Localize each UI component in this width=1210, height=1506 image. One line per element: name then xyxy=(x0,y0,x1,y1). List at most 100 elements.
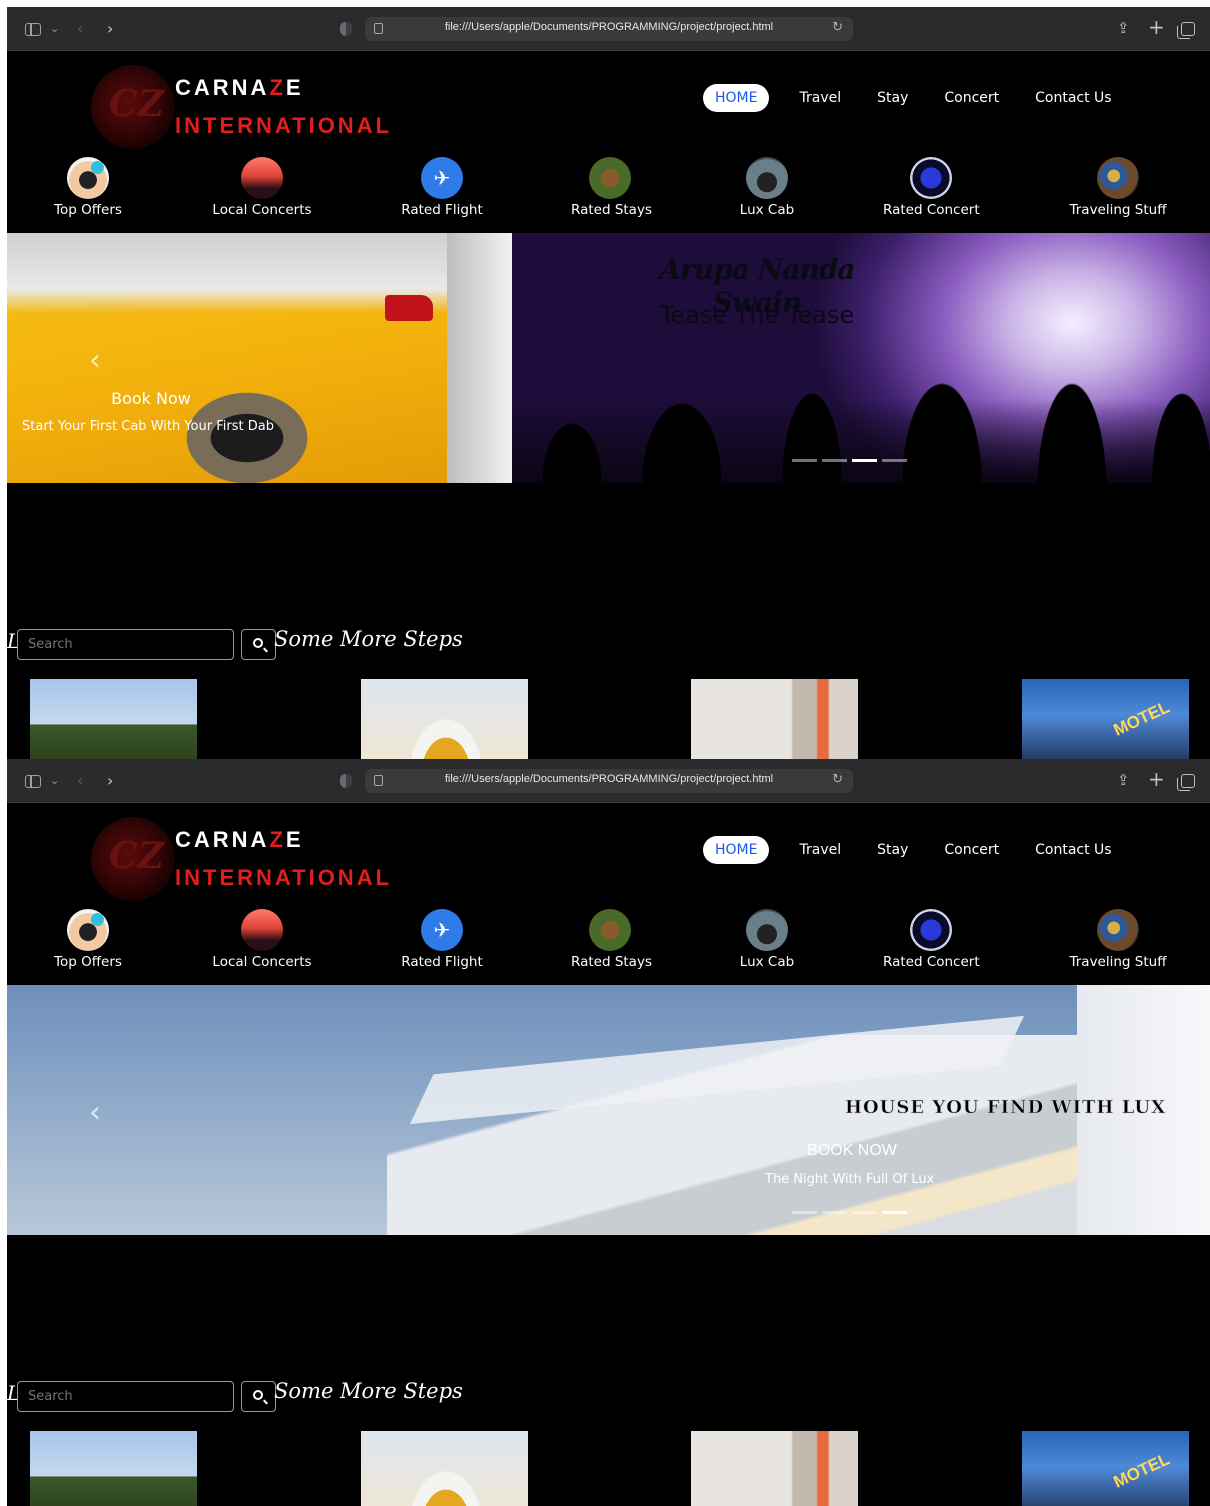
thumbnail-landscape[interactable] xyxy=(30,679,197,759)
reload-icon[interactable]: ↻ xyxy=(832,772,843,787)
back-arrow-icon[interactable]: ‹ xyxy=(77,19,83,38)
nav-concert[interactable]: Concert xyxy=(944,90,999,106)
offers-icon xyxy=(67,157,109,199)
section-heading: Some More Steps xyxy=(274,1379,463,1403)
logo-text-bottom: INTERNATIONAL xyxy=(175,113,393,138)
url-text[interactable]: file:///Users/apple/Documents/PROGRAMMIN… xyxy=(365,21,853,33)
category-lux-cab[interactable]: Lux Cab xyxy=(737,909,797,970)
back-arrow-icon[interactable]: ‹ xyxy=(77,771,83,790)
nav-contact-us[interactable]: Contact Us xyxy=(1035,90,1111,106)
category-rated-concert[interactable]: Rated Concert xyxy=(883,909,980,970)
address-bar[interactable]: file:///Users/apple/Documents/PROGRAMMIN… xyxy=(365,769,853,793)
carousel-indicator[interactable] xyxy=(852,1211,877,1214)
nav-home[interactable]: HOME xyxy=(703,84,770,112)
thumbnail-row: MOTEL xyxy=(7,1431,1210,1506)
logo-mark-icon xyxy=(91,65,175,149)
category-top-offers[interactable]: Top Offers xyxy=(52,909,124,970)
thumbnail-room[interactable] xyxy=(691,679,858,759)
brand-logo[interactable]: CARNAZE INTERNATIONAL xyxy=(91,817,431,907)
new-tab-icon[interactable]: + xyxy=(1148,767,1165,791)
category-rated-flight[interactable]: ✈ Rated Flight xyxy=(400,157,484,218)
search-row: L Some More Steps xyxy=(7,627,1210,663)
category-local-concerts[interactable]: Local Concerts xyxy=(212,909,312,970)
category-label: Lux Cab xyxy=(739,202,795,218)
category-traveling-stuff[interactable]: Traveling Stuff xyxy=(1067,909,1169,970)
thumbnail-row: MOTEL xyxy=(7,679,1210,759)
carousel-indicator[interactable] xyxy=(792,1211,817,1214)
main-nav: HOME Travel Stay Concert Contact Us xyxy=(703,83,1148,113)
sidebar-toggle-icon[interactable] xyxy=(25,23,41,36)
new-tab-icon[interactable]: + xyxy=(1148,15,1165,39)
nav-stay[interactable]: Stay xyxy=(877,842,908,858)
category-label: Local Concerts xyxy=(212,954,312,970)
thumbnail-motel[interactable]: MOTEL xyxy=(1022,1431,1189,1506)
tab-overview-icon[interactable] xyxy=(1177,774,1195,791)
browser-toolbar: ⌄ ‹ › file:///Users/apple/Documents/PROG… xyxy=(7,759,1210,803)
thumbnail-architecture[interactable] xyxy=(361,1431,528,1506)
privacy-shield-icon[interactable] xyxy=(340,22,352,36)
carousel-indicator[interactable] xyxy=(792,459,817,462)
carousel-indicator-active[interactable] xyxy=(882,1211,907,1214)
privacy-shield-icon[interactable] xyxy=(340,774,352,788)
slide-caption-title[interactable]: Book Now xyxy=(7,389,295,408)
thumbnail-landscape[interactable] xyxy=(30,1431,197,1506)
taxi-tail-light xyxy=(385,295,433,321)
slide-caption-text: Start Your First Cab With Your First Dab xyxy=(22,419,274,434)
category-lux-cab[interactable]: Lux Cab xyxy=(737,157,797,218)
hero-carousel[interactable]: ‹ HOUSE YOU FIND WITH LUX BOOK NOW The N… xyxy=(7,985,1210,1235)
carousel-prev-icon[interactable]: ‹ xyxy=(89,343,101,378)
category-bar: Top Offers Local Concerts ✈ Rated Flight… xyxy=(7,157,1210,227)
share-icon[interactable]: ⇪ xyxy=(1117,771,1130,789)
category-top-offers[interactable]: Top Offers xyxy=(52,157,124,218)
search-icon xyxy=(253,638,263,648)
carousel-indicator[interactable] xyxy=(882,459,907,462)
category-rated-concert[interactable]: Rated Concert xyxy=(883,157,980,218)
slide-caption-title[interactable]: BOOK NOW xyxy=(777,1142,927,1160)
reload-icon[interactable]: ↻ xyxy=(832,20,843,35)
traveling-stuff-icon xyxy=(1097,157,1139,199)
category-rated-stays[interactable]: Rated Stays xyxy=(571,909,652,970)
nav-home[interactable]: HOME xyxy=(703,836,770,864)
search-row: L Some More Steps xyxy=(7,1379,1210,1415)
category-bar: Top Offers Local Concerts ✈ Rated Flight… xyxy=(7,909,1210,979)
nav-concert[interactable]: Concert xyxy=(944,842,999,858)
chevron-down-icon[interactable]: ⌄ xyxy=(50,22,59,35)
share-icon[interactable]: ⇪ xyxy=(1117,19,1130,37)
search-input[interactable] xyxy=(17,629,234,660)
category-local-concerts[interactable]: Local Concerts xyxy=(212,157,312,218)
category-rated-stays[interactable]: Rated Stays xyxy=(571,157,652,218)
carousel-prev-icon[interactable]: ‹ xyxy=(89,1095,101,1130)
thumbnail-room[interactable] xyxy=(691,1431,858,1506)
url-text[interactable]: file:///Users/apple/Documents/PROGRAMMIN… xyxy=(365,773,853,785)
chevron-down-icon[interactable]: ⌄ xyxy=(50,774,59,787)
search-button[interactable] xyxy=(241,1381,276,1412)
category-traveling-stuff[interactable]: Traveling Stuff xyxy=(1067,157,1169,218)
carousel-indicator[interactable] xyxy=(822,1211,847,1214)
forward-arrow-icon[interactable]: › xyxy=(107,19,113,38)
sidebar-toggle-icon[interactable] xyxy=(25,775,41,788)
address-bar[interactable]: file:///Users/apple/Documents/PROGRAMMIN… xyxy=(365,17,853,41)
logo-text-bottom: INTERNATIONAL xyxy=(175,865,393,890)
nav-stay[interactable]: Stay xyxy=(877,90,908,106)
stays-icon xyxy=(589,909,631,951)
search-input[interactable] xyxy=(17,1381,234,1412)
slide-heading: HOUSE YOU FIND WITH LUX xyxy=(845,1097,1167,1119)
concert-icon xyxy=(910,157,952,199)
nav-travel[interactable]: Travel xyxy=(799,842,841,858)
browser-window-1: ⌄ ‹ › file:///Users/apple/Documents/PROG… xyxy=(7,7,1210,759)
hero-carousel[interactable]: Arupa Nanda Swain Tease The Tease ‹ Book… xyxy=(7,233,1210,483)
carousel-indicator[interactable] xyxy=(822,459,847,462)
category-label: Top Offers xyxy=(54,954,122,970)
forward-arrow-icon[interactable]: › xyxy=(107,771,113,790)
thumbnail-motel[interactable]: MOTEL xyxy=(1022,679,1189,759)
logo-mark-icon xyxy=(91,817,175,901)
nav-contact-us[interactable]: Contact Us xyxy=(1035,842,1111,858)
thumbnail-architecture[interactable] xyxy=(361,679,528,759)
search-button[interactable] xyxy=(241,629,276,660)
carousel-indicator-active[interactable] xyxy=(852,459,877,462)
tab-overview-icon[interactable] xyxy=(1177,22,1195,39)
nav-travel[interactable]: Travel xyxy=(799,90,841,106)
brand-logo[interactable]: CARNAZE INTERNATIONAL xyxy=(91,65,431,155)
category-rated-flight[interactable]: ✈ Rated Flight xyxy=(400,909,484,970)
logo-text-top: CARNAZE xyxy=(175,827,304,852)
